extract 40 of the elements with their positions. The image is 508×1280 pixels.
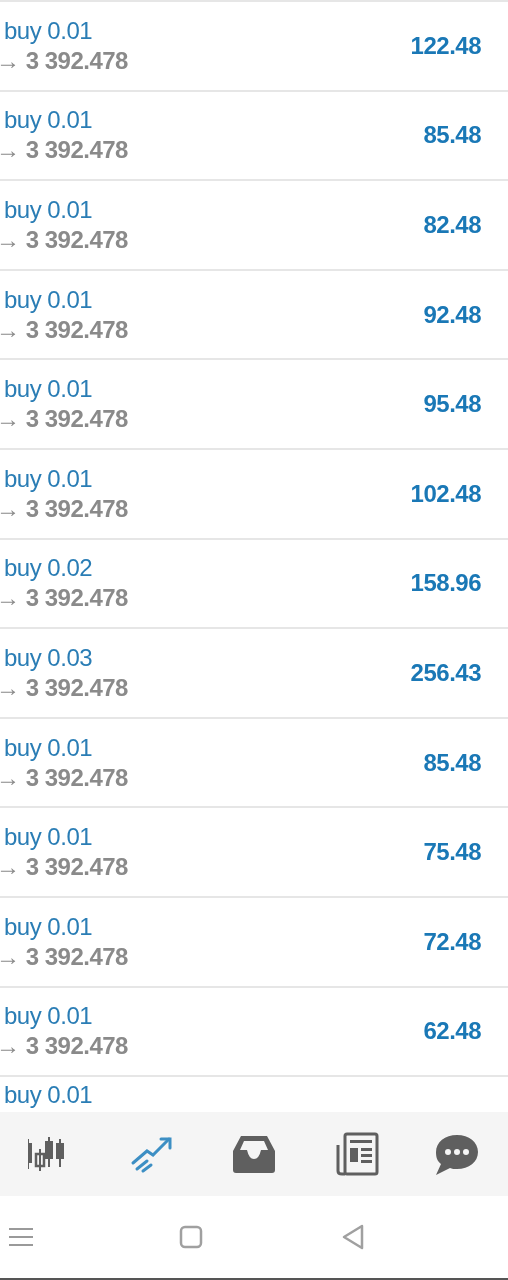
order-type: buy 0.01 [4,1084,93,1107]
order-price: → 3 392.478 [0,315,128,344]
order-type: buy 0.01 [4,733,94,762]
profit-value: 75.48 [423,838,481,867]
order-type: buy 0.01 [4,912,94,941]
order-type: buy 0.01 [4,823,94,852]
order-price: → 3 392.478 [0,136,128,165]
order-price: → 3 392.478 [0,853,128,882]
order-type: buy 0.01 [4,196,94,224]
order-price: → 3 392.478 [0,494,128,523]
order-price: → 3 392.478 [0,763,128,792]
order-type: buy 0.03 [4,643,94,672]
order-type: buy 0.01 [4,464,94,493]
profit-value: 102.48 [410,479,481,508]
profit-value: 82.48 [423,211,481,239]
order-price: → 3 392.478 [0,226,128,254]
order-price: → 3 392.478 [0,673,128,702]
profit-value: 95.48 [423,390,481,419]
profit-value: 158.96 [410,569,481,598]
order-price: → 3 392.478 [0,405,128,434]
profit-value: 72.48 [423,927,481,956]
order-type: buy 0.01 [4,285,94,314]
order-type: buy 0.01 [4,1002,94,1031]
order-price: → 3 392.478 [0,46,128,75]
order-price: → 3 392.478 [0,584,128,613]
profit-value: 85.48 [423,121,481,150]
profit-value: 256.43 [410,658,481,687]
order-type: buy 0.01 [4,16,94,45]
order-price: → 3 392.478 [0,942,128,971]
profit-value: 122.48 [410,31,481,60]
square-home-icon[interactable] [179,1225,203,1249]
triangle-back-icon[interactable] [341,1224,365,1250]
menu-icon[interactable] [8,1226,34,1248]
order-type: buy 0.02 [4,554,94,583]
profit-value: 85.48 [423,748,481,777]
profit-value: 92.48 [423,300,481,329]
order-type: buy 0.01 [4,106,94,135]
order-type: buy 0.01 [4,375,94,404]
order-price: → 3 392.478 [0,1032,128,1061]
profit-value: 62.48 [423,1017,481,1046]
